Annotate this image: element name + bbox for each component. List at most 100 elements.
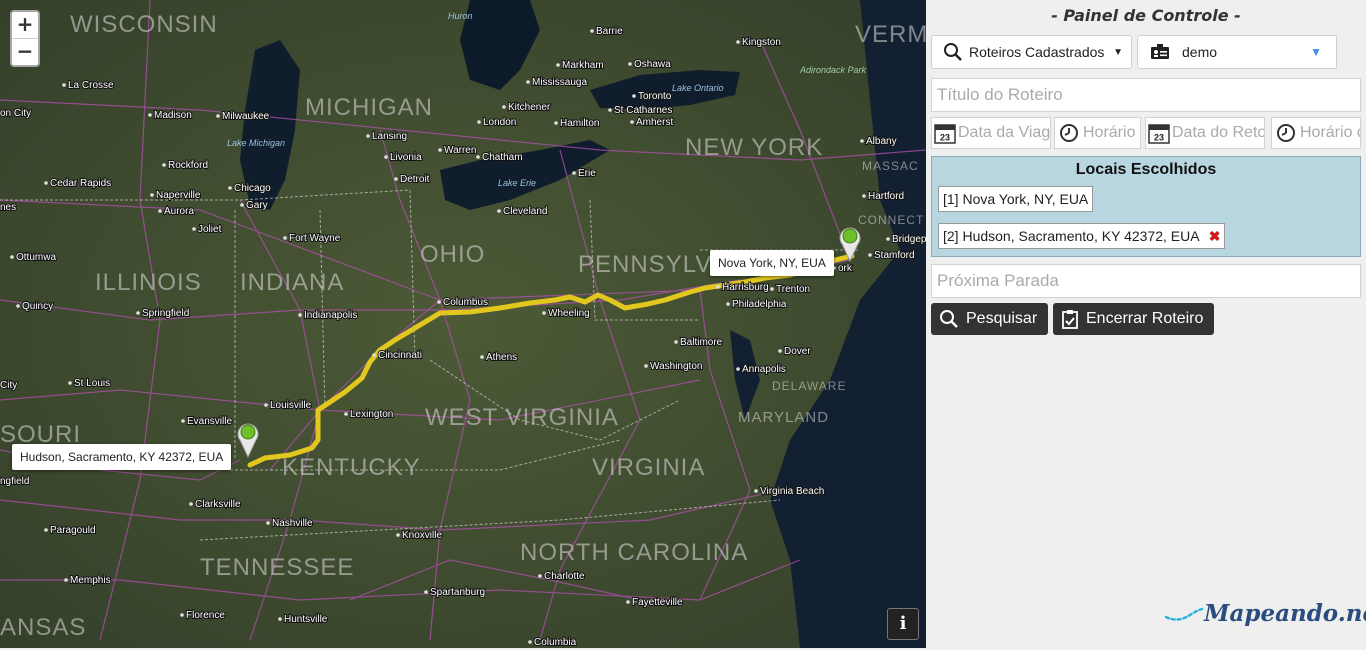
city-dot bbox=[228, 186, 232, 190]
city-dot bbox=[396, 533, 400, 537]
city-dot bbox=[590, 29, 594, 33]
city-label: Annapolis bbox=[742, 364, 786, 375]
trip-time-input[interactable]: Horário da Viagem bbox=[1054, 117, 1141, 149]
city-label: Fayetteville bbox=[632, 597, 683, 608]
city-dot bbox=[542, 311, 546, 315]
city-dot bbox=[437, 300, 441, 304]
city-dot bbox=[754, 489, 758, 493]
city-dot bbox=[216, 114, 220, 118]
city-dot bbox=[476, 155, 480, 159]
user-select[interactable]: demo ▼ bbox=[1137, 35, 1337, 69]
city-label: Livonia bbox=[390, 152, 422, 163]
city-dot bbox=[626, 600, 630, 604]
search-button-label: Pesquisar bbox=[966, 310, 1038, 327]
city-dot bbox=[556, 63, 560, 67]
map-marker-pin[interactable] bbox=[234, 418, 262, 458]
state-label: KENTUCKY bbox=[282, 454, 421, 481]
city-label: Evansville bbox=[187, 416, 232, 427]
city-dot bbox=[438, 148, 442, 152]
city-label: Louisville bbox=[270, 400, 312, 411]
city-label: Detroit bbox=[400, 174, 430, 185]
route-title-input[interactable]: Título do Roteiro bbox=[931, 78, 1361, 112]
next-stop-input[interactable]: Próxima Parada bbox=[931, 264, 1361, 298]
trip-time-placeholder: Horário da Viagem bbox=[1083, 124, 1140, 141]
city-label: Indianapolis bbox=[304, 310, 357, 321]
city-label: Hamilton bbox=[560, 118, 599, 129]
return-time-input[interactable]: Horário de Retorno bbox=[1271, 117, 1361, 149]
state-label: MARYLAND bbox=[738, 409, 829, 426]
state-label: ANSAS bbox=[0, 614, 86, 641]
city-label: Trenton bbox=[776, 284, 810, 295]
city-dot bbox=[384, 155, 388, 159]
clock-icon bbox=[1060, 124, 1078, 142]
city-dot bbox=[572, 171, 576, 175]
city-dot bbox=[44, 181, 48, 185]
dotted-path-icon bbox=[1164, 607, 1204, 621]
city-dot bbox=[150, 193, 154, 197]
state-label: VERM bbox=[855, 21, 926, 48]
city-label: City bbox=[0, 380, 17, 391]
city-dot bbox=[64, 578, 68, 582]
chosen-locations-box: Locais Escolhidos [1] Nova York, NY, EUA… bbox=[931, 156, 1361, 257]
location-item-label: [1] Nova York, NY, EUA bbox=[943, 191, 1089, 207]
city-label: Bridgep bbox=[892, 234, 926, 245]
city-dot bbox=[632, 94, 636, 98]
city-dot bbox=[554, 121, 558, 125]
id-card-icon bbox=[1151, 44, 1169, 59]
city-label: Toronto bbox=[638, 91, 672, 102]
search-icon bbox=[940, 310, 958, 328]
city-label: Cedar Rapids bbox=[50, 178, 111, 189]
city-dot bbox=[240, 203, 244, 207]
city-dot bbox=[181, 419, 185, 423]
state-label: WISCONSIN bbox=[70, 11, 218, 38]
city-dot bbox=[644, 364, 648, 368]
city-label: Chicago bbox=[234, 183, 271, 194]
city-label: Hartford bbox=[868, 191, 904, 202]
city-label: Columbia bbox=[534, 637, 577, 648]
city-label: Warren bbox=[444, 145, 476, 156]
remove-location-icon[interactable]: ✖ bbox=[1209, 228, 1221, 244]
city-label: Kingston bbox=[742, 37, 781, 48]
map-view[interactable]: WISCONSIN MICHIGAN ILLINOIS INDIANA OHIO… bbox=[0, 0, 926, 648]
zoom-out-button[interactable]: − bbox=[12, 39, 38, 65]
city-label: Charlotte bbox=[544, 571, 585, 582]
control-panel: - Painel de Controle - Roteiros Cadastra… bbox=[926, 0, 1366, 650]
info-button[interactable]: i bbox=[887, 608, 919, 640]
saved-routes-dropdown[interactable]: Roteiros Cadastrados ▼ bbox=[931, 35, 1132, 69]
city-label: Huntsville bbox=[284, 614, 328, 625]
water-label: Huron bbox=[448, 11, 473, 21]
location-item: [2] Hudson, Sacramento, KY 42372, EUA ✖ bbox=[938, 223, 1226, 249]
state-label: VIRGINIA bbox=[592, 454, 705, 481]
city-label: Cincinnati bbox=[378, 350, 422, 361]
zoom-control: + − bbox=[10, 10, 40, 67]
city-label: Markham bbox=[562, 60, 604, 71]
map-canvas[interactable]: WISCONSIN MICHIGAN ILLINOIS INDIANA OHIO… bbox=[0, 0, 926, 648]
city-label: Stamford bbox=[874, 250, 915, 261]
city-dot bbox=[372, 353, 376, 357]
city-dot bbox=[726, 302, 730, 306]
city-dot bbox=[158, 209, 162, 213]
marker-tooltip: Hudson, Sacramento, KY 42372, EUA bbox=[12, 444, 232, 470]
city-label: Barrie bbox=[596, 26, 623, 37]
city-label: Wheeling bbox=[548, 308, 590, 319]
city-label: Albany bbox=[866, 136, 897, 147]
trip-date-input[interactable]: 23 Data da Viagem bbox=[931, 117, 1051, 149]
user-name: demo bbox=[1182, 44, 1218, 60]
map-marker-pin[interactable] bbox=[836, 222, 864, 262]
zoom-in-button[interactable]: + bbox=[12, 12, 38, 39]
return-date-input[interactable]: 23 Data do Retorno bbox=[1145, 117, 1265, 149]
city-label: Ottumwa bbox=[16, 252, 56, 263]
city-label: Erie bbox=[578, 168, 596, 179]
end-route-button[interactable]: Encerrar Roteiro bbox=[1053, 303, 1214, 335]
city-dot bbox=[344, 412, 348, 416]
city-dot bbox=[477, 120, 481, 124]
city-dot bbox=[736, 367, 740, 371]
city-dot bbox=[44, 528, 48, 532]
city-label: Gary bbox=[246, 200, 268, 211]
city-dot bbox=[674, 340, 678, 344]
search-button[interactable]: Pesquisar bbox=[931, 303, 1048, 335]
city-dot bbox=[628, 62, 632, 66]
city-dot bbox=[497, 209, 501, 213]
city-dot bbox=[528, 640, 532, 644]
city-label: Aurora bbox=[164, 206, 194, 217]
